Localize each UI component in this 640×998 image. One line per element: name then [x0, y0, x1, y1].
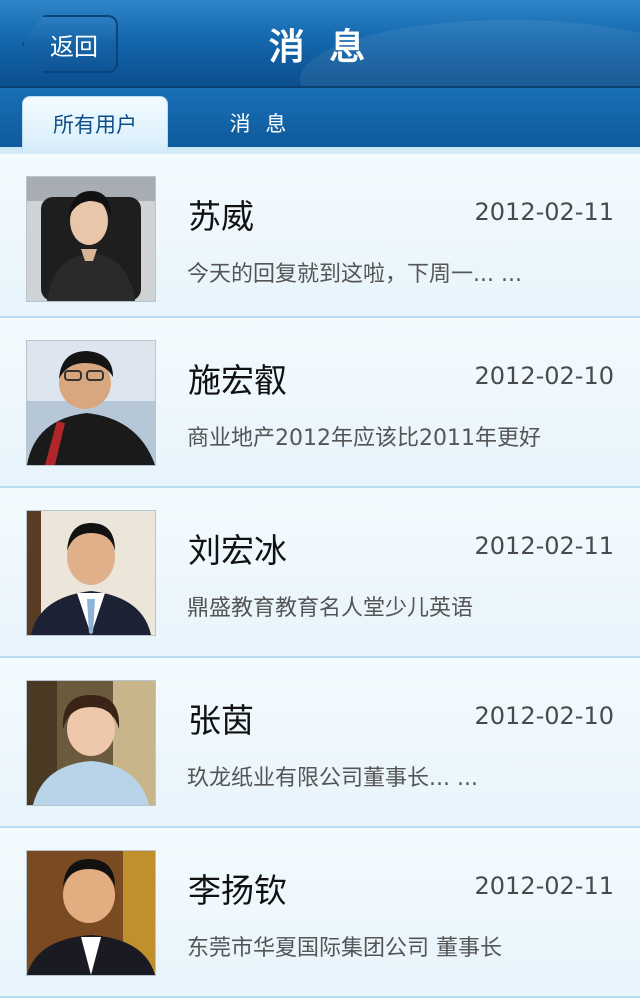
avatar-portrait-icon [27, 511, 155, 635]
avatar-portrait-icon [27, 851, 155, 975]
message-date: 2012-02-10 [474, 702, 614, 730]
tab-bar: 所有用户 消 息 [0, 88, 640, 150]
message-row[interactable]: 张茵 2012-02-10 玖龙纸业有限公司董事长... ... [0, 658, 640, 828]
message-row[interactable]: 刘宏冰 2012-02-11 鼎盛教育教育名人堂少儿英语 [0, 488, 640, 658]
avatar-portrait-icon [27, 681, 155, 805]
message-list: 苏威 2012-02-11 今天的回复就到这啦，下周一... ... 施宏叡 2… [0, 150, 640, 998]
message-preview: 东莞市华夏国际集团公司 董事长 [187, 936, 502, 961]
contact-name: 苏威 [188, 197, 254, 236]
contact-name: 施宏叡 [188, 361, 287, 400]
message-preview: 玖龙纸业有限公司董事长... ... [187, 766, 478, 791]
message-date: 2012-02-11 [474, 198, 614, 226]
avatar [26, 340, 156, 466]
avatar-portrait-icon [27, 341, 155, 465]
avatar [26, 680, 156, 806]
message-row[interactable]: 李扬钦 2012-02-11 东莞市华夏国际集团公司 董事长 [0, 828, 640, 998]
message-date: 2012-02-11 [474, 872, 614, 900]
back-button[interactable]: 返回 [22, 15, 118, 73]
tab-all-users[interactable]: 所有用户 [22, 96, 168, 150]
message-row[interactable]: 苏威 2012-02-11 今天的回复就到这啦，下周一... ... [0, 150, 640, 318]
message-preview: 鼎盛教育教育名人堂少儿英语 [187, 596, 474, 621]
message-date: 2012-02-11 [474, 532, 614, 560]
message-date: 2012-02-10 [474, 362, 614, 390]
navigation-bar: 返回 消 息 [0, 0, 640, 88]
avatar [26, 176, 156, 302]
message-preview: 商业地产2012年应该比2011年更好 [187, 426, 541, 451]
avatar [26, 850, 156, 976]
tab-messages[interactable]: 消 息 [190, 96, 330, 150]
contact-name: 刘宏冰 [188, 531, 287, 570]
avatar-portrait-icon [27, 177, 155, 301]
message-preview: 今天的回复就到这啦，下周一... ... [187, 262, 522, 287]
contact-name: 张茵 [188, 701, 254, 740]
avatar [26, 510, 156, 636]
back-button-label: 返回 [50, 32, 98, 61]
contact-name: 李扬钦 [188, 871, 287, 910]
message-row[interactable]: 施宏叡 2012-02-10 商业地产2012年应该比2011年更好 [0, 318, 640, 488]
